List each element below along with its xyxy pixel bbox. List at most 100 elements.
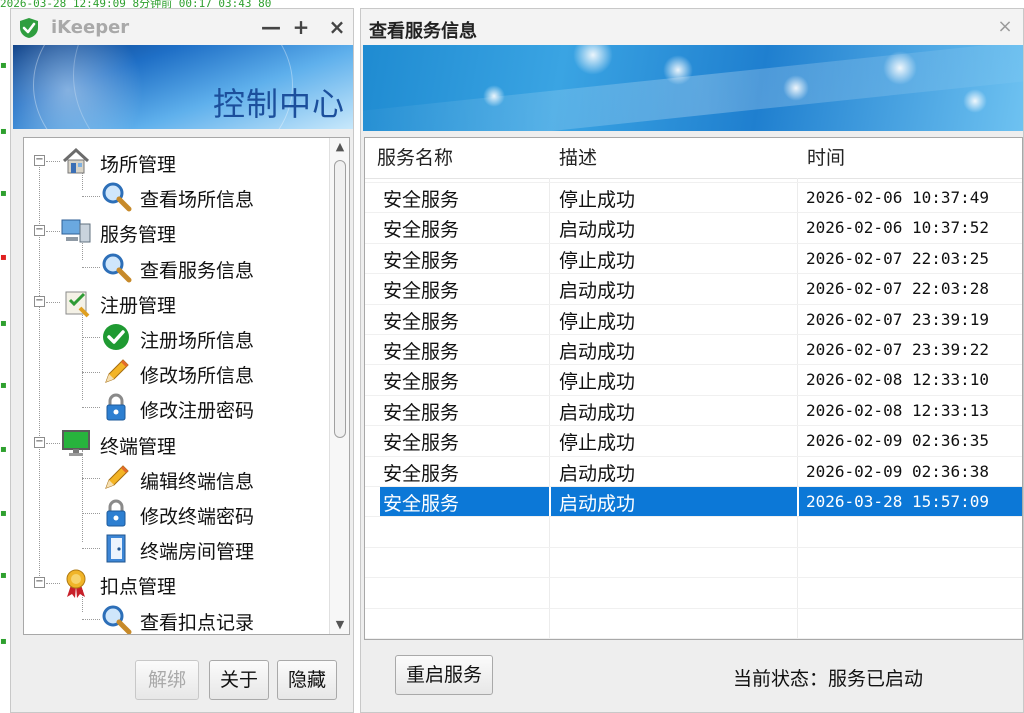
- column-header-description[interactable]: 描述: [559, 138, 597, 178]
- close-button[interactable]: ×: [323, 13, 351, 41]
- door-icon: [100, 532, 132, 564]
- time-cell: 2026-02-07 23:39:22: [806, 340, 990, 359]
- table-row[interactable]: 安全服务 启动成功 2026-03-28 15:57:09: [380, 486, 1022, 516]
- green-check-icon: [100, 321, 132, 353]
- minimize-button[interactable]: —: [257, 13, 285, 41]
- house-icon: [60, 145, 92, 177]
- table-row[interactable]: 安全服务 启动成功 2026-02-07 22:03:28: [380, 273, 1022, 303]
- close-icon[interactable]: ×: [993, 13, 1017, 41]
- table-row[interactable]: 安全服务 停止成功 2026-02-09 02:36:35: [380, 425, 1022, 455]
- tree-item-label: 修改终端密码: [140, 506, 255, 528]
- background-edge-mark: ▪: [0, 570, 7, 581]
- tree-expander-icon[interactable]: −: [34, 295, 45, 307]
- scroll-up-icon[interactable]: ▲: [330, 138, 349, 156]
- about-button[interactable]: 关于: [209, 660, 269, 700]
- time-cell: 2026-02-06 10:37:49: [806, 188, 990, 207]
- tree-item[interactable]: 修改注册密码: [24, 390, 329, 424]
- tree-item[interactable]: 查看场所信息: [24, 179, 329, 213]
- background-edge-mark: ▪: [0, 636, 7, 647]
- background-status-strip: 2026-03-28 12:49:09 8分钟前 00:17 03:43 80: [0, 0, 1024, 8]
- description-cell: 启动成功: [559, 219, 636, 242]
- maximize-button[interactable]: +: [287, 13, 315, 41]
- service-name-cell: 安全服务: [383, 462, 460, 485]
- tree-item[interactable]: − 终端管理: [24, 426, 329, 460]
- tree-item-label: 修改场所信息: [140, 365, 255, 388]
- register-icon: [60, 286, 92, 318]
- service-name-cell: 安全服务: [383, 310, 460, 333]
- tree-item-label: 注册管理: [100, 294, 177, 317]
- tree-item[interactable]: 注册场所信息: [24, 320, 329, 354]
- background-edge-mark: ▪: [0, 318, 7, 329]
- background-edge-mark: ▪: [0, 508, 7, 519]
- tree-item[interactable]: 修改终端密码: [24, 496, 329, 530]
- tree-item-label: 查看扣点记录: [140, 611, 255, 634]
- tree-expander-icon[interactable]: −: [34, 225, 45, 237]
- tree-item[interactable]: − 服务管理: [24, 214, 329, 248]
- service-name-cell: 安全服务: [383, 341, 460, 363]
- scroll-down-icon[interactable]: ▼: [330, 616, 349, 634]
- service-banner: [363, 45, 1023, 131]
- tree-item-label: 编辑终端信息: [140, 470, 255, 493]
- computer-icon: [60, 215, 92, 247]
- table-row[interactable]: 安全服务 停止成功 2026-02-08 12:33:10: [380, 364, 1022, 394]
- description-cell: 停止成功: [559, 371, 636, 394]
- background-edge-mark: ▪: [0, 444, 7, 455]
- background-edge-mark: ▪: [0, 60, 7, 71]
- service-info-window: 查看服务信息 × 服务名称 描述 时间 安全服务 停止成功 2026-02-06 1…: [360, 8, 1024, 713]
- column-header-name[interactable]: 服务名称: [377, 138, 453, 178]
- tree-expander-icon[interactable]: −: [34, 155, 45, 166]
- tree-item-label: 查看场所信息: [140, 189, 255, 212]
- tree-item[interactable]: − 场所管理: [24, 144, 329, 178]
- navigation-tree: − 场所管理查看场所信息 − 服务管理查看服务信息 − 注册管理注册场所信息修改场所信息修…: [23, 137, 350, 635]
- background-strip-text: 2026-03-28 12:49:09 8分钟前 00:17 03:43 80: [0, 0, 272, 8]
- magnifier-icon: [100, 251, 132, 283]
- unbind-button[interactable]: 解绑: [135, 660, 199, 700]
- table-row[interactable]: 安全服务 停止成功 2026-02-07 22:03:25: [380, 243, 1022, 273]
- service-log-table: 服务名称 描述 时间 安全服务 停止成功 2026-02-06 10:37:49 安全…: [364, 137, 1023, 640]
- description-cell: 启动成功: [559, 280, 636, 303]
- tree-item[interactable]: 终端房间管理: [24, 531, 329, 565]
- control-center-banner: 控制中心: [13, 45, 353, 129]
- description-cell: 停止成功: [559, 249, 636, 272]
- table-row[interactable]: 安全服务 启动成功 2026-02-09 02:36:38: [380, 456, 1022, 486]
- tree-item[interactable]: − 注册管理: [24, 285, 329, 319]
- table-row[interactable]: 安全服务 停止成功 2026-02-07 23:39:19: [380, 304, 1022, 334]
- scroll-thumb[interactable]: [334, 160, 346, 438]
- description-cell: 启动成功: [559, 462, 636, 485]
- service-status-text: 当前状态：服务已启动: [733, 668, 924, 690]
- time-cell: 2026-02-07 23:39:19: [806, 309, 990, 329]
- pencil-icon: [100, 356, 132, 388]
- left-window-titlebar[interactable]: iKeeper — + ×: [11, 9, 353, 45]
- tree-item-label: 终端房间管理: [140, 541, 255, 564]
- service-name-cell: 安全服务: [383, 401, 460, 424]
- tree-scrollbar[interactable]: ▲ ▼: [329, 138, 349, 634]
- tree-item[interactable]: 查看扣点记录: [24, 602, 329, 634]
- right-window-titlebar[interactable]: 查看服务信息 ×: [361, 9, 1023, 45]
- tree-item[interactable]: 编辑终端信息: [24, 461, 329, 495]
- app-title: iKeeper: [51, 17, 130, 38]
- table-row[interactable]: 安全服务 启动成功 2026-02-06 10:37:52: [380, 212, 1022, 242]
- tree-item-label: 服务管理: [100, 224, 177, 247]
- hide-button[interactable]: 隐藏: [277, 660, 337, 700]
- time-cell: 2026-03-28 15:57:09: [806, 492, 990, 511]
- tree-item[interactable]: − 扣点管理: [24, 566, 329, 600]
- tree-item-label: 终端管理: [100, 435, 177, 458]
- time-cell: 2026-02-08 12:33:13: [806, 400, 990, 420]
- restart-service-button[interactable]: 重启服务: [395, 655, 493, 695]
- tree-expander-icon[interactable]: −: [34, 577, 45, 589]
- tree-item[interactable]: 查看服务信息: [24, 250, 329, 284]
- table-row[interactable]: 安全服务 启动成功 2026-02-07 23:39:22: [380, 334, 1022, 364]
- table-row[interactable]: 安全服务 启动成功 2026-02-08 12:33:13: [380, 395, 1022, 425]
- shield-check-icon: [20, 18, 38, 38]
- service-name-cell: 安全服务: [383, 249, 460, 272]
- tree-expander-icon[interactable]: −: [34, 436, 45, 448]
- time-cell: 2026-02-09 02:36:35: [806, 431, 990, 451]
- tree-item[interactable]: 修改场所信息: [24, 355, 329, 389]
- service-name-cell: 安全服务: [383, 493, 460, 515]
- description-cell: 停止成功: [559, 310, 636, 333]
- table-row[interactable]: 安全服务 停止成功 2026-02-06 10:37:49: [380, 182, 1022, 212]
- column-header-time[interactable]: 时间: [807, 138, 845, 178]
- pencil-icon: [100, 462, 132, 494]
- description-cell: 启动成功: [559, 341, 636, 363]
- description-cell: 停止成功: [559, 432, 636, 455]
